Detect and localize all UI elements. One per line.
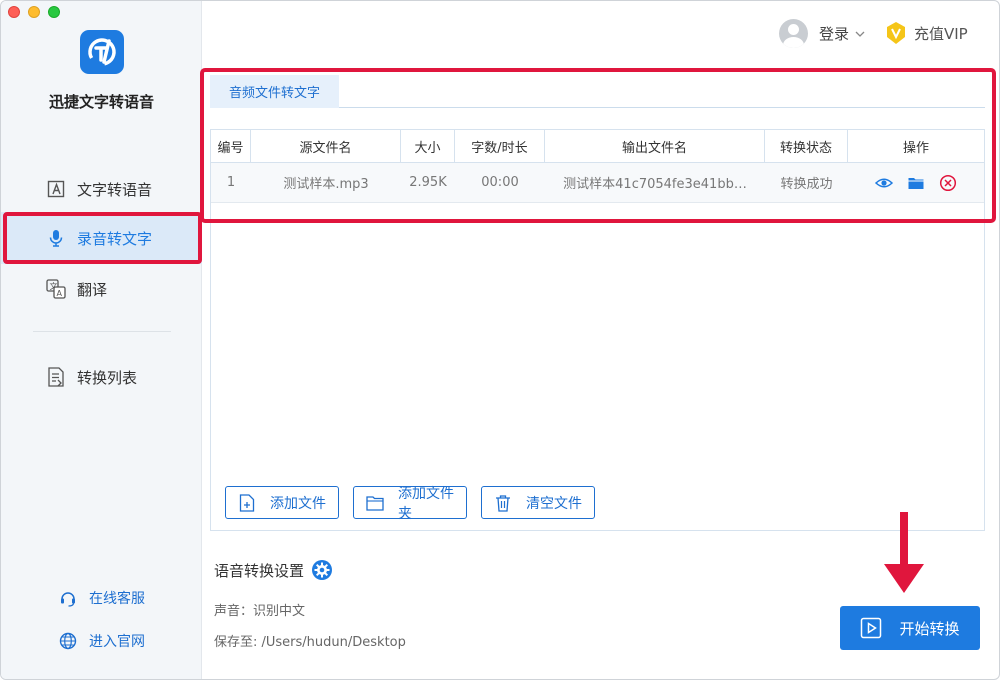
start-conversion-button[interactable]: 开始转换 [840, 606, 980, 650]
sidebar-item-text-to-speech[interactable]: 文字转语音 [1, 163, 202, 215]
clear-files-label: 清空文件 [526, 495, 582, 512]
sidebar-item-label: 翻译 [77, 280, 108, 299]
official-site-link[interactable]: 进入官网 [59, 631, 145, 651]
eye-icon[interactable] [875, 174, 893, 192]
translate-icon: 文A [46, 279, 66, 299]
trash-icon [494, 494, 512, 512]
online-support-link[interactable]: 在线客服 [59, 588, 145, 608]
clear-files-button[interactable]: 清空文件 [481, 486, 595, 519]
zoom-window-button[interactable] [48, 6, 60, 18]
add-folder-button[interactable]: 添加文件夹 [353, 486, 467, 522]
cell-duration: 00:00 [481, 175, 519, 190]
vip-badge-icon [887, 22, 905, 44]
tab-bar: 音频文件转文字 [210, 75, 985, 108]
login-label[interactable]: 登录 [819, 23, 849, 44]
avatar[interactable] [779, 19, 808, 48]
save-path-setting[interactable]: 保存至: /Users/hudun/Desktop [214, 631, 406, 650]
gear-icon[interactable] [311, 559, 333, 581]
cell-output-file: 测试样本41c7054fe3e41bb… [563, 177, 747, 192]
column-header-source: 源文件名 [251, 130, 401, 162]
sidebar: 迅捷文字转语音 文字转语音 录音转文字 文A 翻译 转换列表 在线客服 进入官网 [1, 1, 202, 679]
folder-outline-icon [366, 494, 384, 512]
add-file-icon [238, 493, 256, 512]
settings-title-label: 语音转换设置 [214, 561, 305, 580]
column-header-size: 大小 [401, 130, 455, 162]
online-support-label: 在线客服 [89, 591, 145, 607]
sidebar-item-label: 文字转语音 [77, 180, 153, 199]
sidebar-item-conversion-list[interactable]: 转换列表 [1, 351, 202, 403]
sidebar-item-audio-to-text[interactable]: 录音转文字 [1, 212, 202, 264]
cell-status: 转换成功 [780, 177, 833, 192]
window-controls [8, 6, 60, 18]
file-table: 编号 源文件名 大小 字数/时长 输出文件名 转换状态 操作 1 测试样本.mp… [210, 129, 985, 531]
column-header-status: 转换状态 [765, 130, 848, 162]
microphone-icon [46, 228, 66, 248]
sidebar-item-translate[interactable]: 文A 翻译 [1, 263, 202, 315]
svg-text:A: A [57, 289, 63, 298]
cell-source-file: 测试样本.mp3 [283, 177, 369, 192]
cell-actions [848, 163, 984, 202]
text-a-icon [46, 179, 66, 199]
red-arrow-annotation-icon [884, 512, 924, 593]
tab-audio-to-text[interactable]: 音频文件转文字 [210, 75, 339, 108]
file-actions: 添加文件 添加文件夹 清空文件 [225, 486, 595, 522]
cell-size: 2.95K [409, 175, 447, 190]
vip-recharge-button[interactable]: 充值VIP [885, 21, 968, 45]
sidebar-item-label: 转换列表 [77, 368, 138, 387]
add-file-button[interactable]: 添加文件 [225, 486, 339, 519]
app-window: 迅捷文字转语音 文字转语音 录音转文字 文A 翻译 转换列表 在线客服 进入官网… [0, 0, 1000, 680]
minimize-window-button[interactable] [28, 6, 40, 18]
app-name: 迅捷文字转语音 [48, 93, 154, 111]
user-login-area[interactable]: 登录 [779, 19, 865, 48]
column-header-output: 输出文件名 [545, 130, 765, 162]
chevron-down-icon[interactable] [855, 29, 865, 39]
add-file-label: 添加文件 [270, 495, 326, 512]
vip-label: 充值VIP [914, 24, 968, 43]
app-logo-icon [80, 30, 124, 74]
table-header: 编号 源文件名 大小 字数/时长 输出文件名 转换状态 操作 [211, 130, 984, 163]
official-site-label: 进入官网 [89, 634, 145, 650]
list-document-icon [46, 367, 66, 387]
folder-icon[interactable] [907, 174, 925, 192]
start-conversion-label: 开始转换 [899, 619, 960, 638]
table-row[interactable]: 1 测试样本.mp3 2.95K 00:00 测试样本41c7054fe3e41… [211, 163, 984, 203]
column-header-actions: 操作 [902, 140, 929, 156]
conversion-settings-title: 语音转换设置 [214, 559, 333, 581]
globe-icon [59, 632, 77, 650]
voice-setting: 声音：识别中文 [214, 604, 306, 619]
sidebar-item-label: 录音转文字 [77, 229, 153, 248]
close-window-button[interactable] [8, 6, 20, 18]
column-header-index: 编号 [211, 130, 251, 162]
delete-circle-icon[interactable] [939, 174, 957, 192]
cell-index: 1 [226, 175, 236, 190]
sidebar-divider [33, 331, 171, 332]
column-header-duration: 字数/时长 [455, 130, 545, 162]
play-icon [861, 617, 882, 639]
headset-icon [59, 589, 77, 607]
add-folder-label: 添加文件夹 [398, 485, 454, 522]
